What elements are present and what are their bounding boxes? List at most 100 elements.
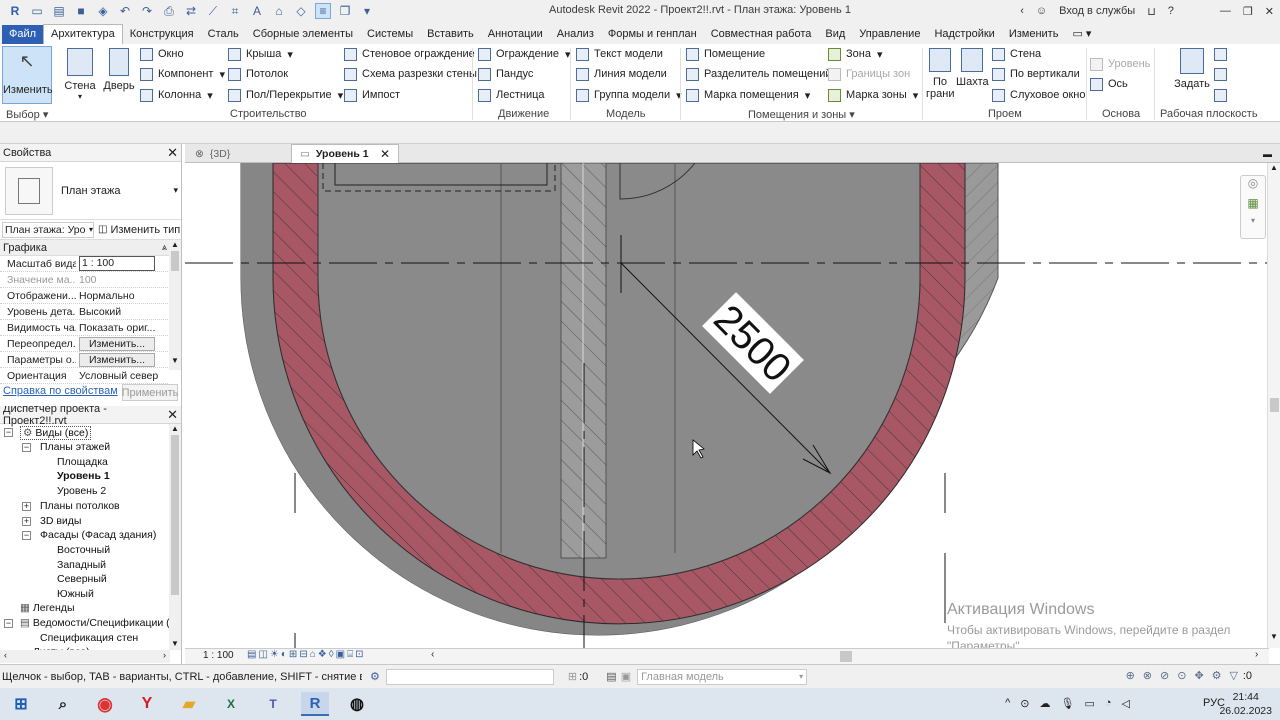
save-icon[interactable]: ■ (73, 3, 89, 19)
open-icon[interactable]: ▭ (29, 3, 45, 19)
tabs-menu-icon[interactable]: ▬ (1255, 144, 1280, 163)
switch-windows-icon[interactable]: ❐ (337, 3, 353, 19)
tree-legends[interactable]: ▦ Легенды (20, 602, 75, 614)
level-button[interactable]: Уровень (1090, 55, 1150, 73)
tree-site[interactable]: Площадка (57, 456, 108, 468)
area-boundary-button[interactable]: Границы зон (828, 65, 910, 83)
tab-modify[interactable]: Изменить (1002, 25, 1066, 44)
show-workplane-button[interactable] (1214, 45, 1232, 63)
align-dimension-icon[interactable]: ⟋ (205, 3, 221, 19)
expand-icon[interactable]: + (22, 517, 31, 526)
tab-view-level-1[interactable]: ▭ Уровень 1 ✕ (291, 144, 399, 163)
tree-elevations[interactable]: Фасады (Фасад здания) (40, 529, 156, 541)
ceiling-button[interactable]: Потолок (228, 65, 288, 83)
excel-icon[interactable]: X (217, 692, 245, 716)
area-tag-button[interactable]: Марка зоны ▾ (828, 86, 918, 104)
search-icon[interactable]: ⌕ (49, 692, 77, 716)
temp-hide-icon[interactable]: ❖ (318, 649, 329, 660)
lock-3d-icon[interactable]: ⌂ (310, 649, 318, 660)
tray-wifi-icon[interactable]: ◔ (1105, 697, 1112, 710)
yandex-browser-icon[interactable]: Y (133, 692, 161, 716)
area-button[interactable]: Зона ▾ (828, 45, 883, 63)
wall-button[interactable]: Стена ▾ (62, 48, 98, 101)
tab-view[interactable]: Вид (818, 25, 852, 44)
room-button[interactable]: Помещение (686, 45, 765, 63)
mullion-button[interactable]: Импост (344, 86, 400, 104)
select-underlay-icon[interactable]: ⊗ (1143, 669, 1152, 682)
print-icon[interactable]: ⎙ (161, 3, 177, 19)
redo-icon[interactable]: ↷ (139, 3, 155, 19)
component-button[interactable]: Компонент ▾ (140, 65, 225, 83)
browser-hscrollbar[interactable]: ‹ › (0, 650, 170, 663)
select-by-face-icon[interactable]: ⊙ (1177, 669, 1186, 682)
ref-plane-button[interactable] (1214, 65, 1232, 83)
roof-button[interactable]: Крыша ▾ (228, 45, 293, 63)
cart-icon[interactable]: ⊔ (1147, 5, 1156, 18)
select-pinned-icon[interactable]: ⊘ (1160, 669, 1169, 682)
collapse-icon[interactable]: − (4, 619, 13, 628)
detail-level-icon[interactable]: ▤ (247, 649, 258, 660)
tray-volume-icon[interactable]: ◁ (1122, 697, 1130, 710)
override-edit-button[interactable]: Изменить... (79, 336, 155, 351)
curtain-system-button[interactable]: Стеновое ограждение (344, 45, 475, 63)
canvas-vscrollbar[interactable]: ▲ ▼ (1267, 163, 1280, 648)
group-label-select[interactable]: Выбор ▾ (6, 108, 48, 121)
worksets-icon[interactable]: ⚙ (370, 670, 380, 683)
restore-icon[interactable]: ❐ (1243, 5, 1253, 18)
dormer-button[interactable]: Слуховое окно (992, 86, 1086, 104)
shaft-button[interactable]: Шахта (956, 48, 989, 88)
tree-north[interactable]: Северный (57, 573, 107, 585)
collapse-icon[interactable]: − (22, 443, 31, 452)
type-selector[interactable]: План этажа ▾ (0, 162, 181, 220)
model-group-button[interactable]: Группа модели ▾ (576, 86, 682, 104)
tree-views-all[interactable]: ⚙ Виды (все) (20, 426, 92, 440)
filter-icon[interactable]: ▽ (1230, 669, 1238, 682)
teams-icon[interactable]: T (259, 692, 287, 716)
search-prev-icon[interactable]: ‹ (1020, 5, 1024, 17)
undo-icon[interactable]: ↶ (117, 3, 133, 19)
tree-ceiling-plans[interactable]: Планы потолков (40, 500, 120, 512)
clock[interactable]: 21:44 26.02.2023 (1219, 690, 1272, 718)
design-option-icon[interactable]: ▣ (621, 670, 631, 683)
shadows-icon[interactable]: ◐ (281, 649, 289, 660)
wall-opening-button[interactable]: Стена (992, 45, 1041, 63)
file-tab[interactable]: Файл (2, 25, 44, 44)
tree-floor-plans[interactable]: Планы этажей (40, 441, 110, 453)
tab-view-3d[interactable]: ⊗ {3D} (187, 144, 238, 163)
tray-network-activity-icon[interactable]: ⊙ (1020, 697, 1029, 710)
hscroll-left-icon[interactable]: ‹ (431, 649, 434, 660)
viewer-button[interactable] (1214, 86, 1232, 104)
modify-button[interactable]: ↖ Изменить (2, 46, 53, 104)
tab-manage[interactable]: Управление (852, 25, 927, 44)
display-options-edit-button[interactable]: Изменить... (79, 352, 155, 367)
model-text-button[interactable]: Текст модели (576, 45, 663, 63)
recorder-app-icon[interactable]: ◍ (343, 692, 371, 716)
properties-scrollbar[interactable]: ▲ ▼ (169, 240, 181, 370)
stair-button[interactable]: Лестница (478, 86, 545, 104)
curtain-grid-button[interactable]: Схема разрезки стены (344, 65, 477, 83)
tab-annotate[interactable]: Аннотации (481, 25, 550, 44)
nav-menu-icon[interactable]: ▾ (1241, 216, 1265, 225)
tree-schedules[interactable]: ▤ Ведомости/Спецификации ( (20, 617, 170, 629)
constraints-icon[interactable]: ⊡ (355, 649, 365, 660)
user-icon[interactable]: ☺ (1036, 5, 1047, 17)
tab-analyze[interactable]: Анализ (550, 25, 601, 44)
help-icon[interactable]: ? (1168, 5, 1174, 17)
view-scale[interactable]: 1 : 100 (203, 650, 234, 661)
window-button[interactable]: Окно (140, 45, 184, 63)
expand-icon[interactable]: + (22, 502, 31, 511)
opening-by-face-button[interactable]: По грани (926, 48, 954, 100)
tree-east[interactable]: Восточный (57, 544, 110, 556)
tab-structure[interactable]: Конструкция (123, 25, 201, 44)
sync-icon[interactable]: ◈ (95, 3, 111, 19)
drawing-canvas[interactable]: 2500 ◎ ▦ ▾ Активация Windows Чтобы актив… (185, 163, 1269, 648)
close-tab-icon[interactable]: ✕ (380, 147, 390, 161)
zoom-region-icon[interactable]: ▦ (1241, 196, 1265, 216)
tray-cloud-icon[interactable]: ☁ (1040, 697, 1051, 710)
set-workplane-button[interactable]: Задать (1172, 48, 1212, 90)
editing-requests-icon[interactable]: ⊞ (568, 670, 577, 683)
close-window-icon[interactable]: ✕ (1265, 5, 1274, 18)
tree-3d-views[interactable]: 3D виды (40, 515, 81, 527)
close-browser-icon[interactable]: ✕ (167, 407, 178, 423)
windows-start-icon[interactable]: ⊞ (7, 692, 35, 716)
